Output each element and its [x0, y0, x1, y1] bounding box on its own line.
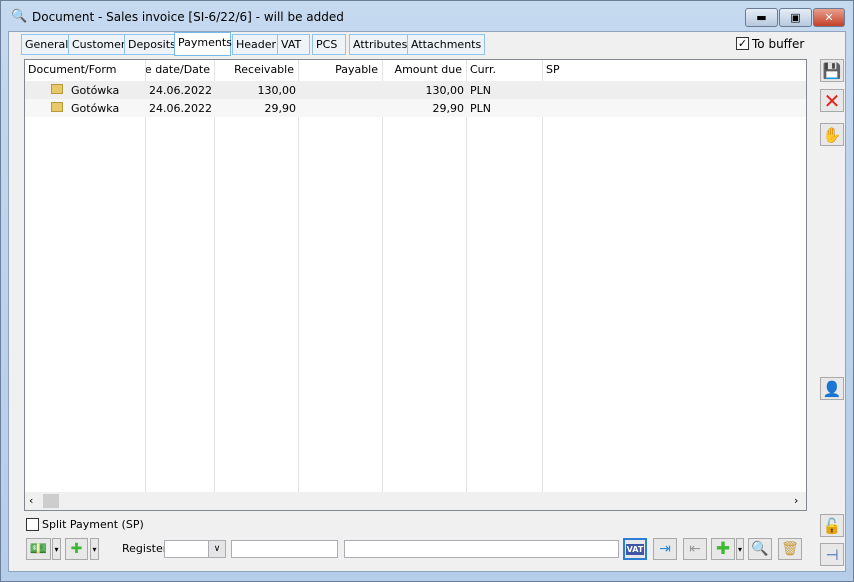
- contact-button[interactable]: 👤: [820, 377, 844, 400]
- search-icon: 🔍: [11, 9, 28, 24]
- column-header-receivable[interactable]: Receivable: [215, 63, 294, 76]
- to-buffer-label: To buffer: [752, 37, 805, 51]
- add-dropdown[interactable]: ▾: [736, 538, 744, 560]
- column-divider: [146, 60, 215, 492]
- column-divider: [215, 60, 299, 492]
- link-button[interactable]: ⇤: [683, 538, 707, 560]
- table-row[interactable]: Gotówka 24.06.2022 130,00 130,00 PLN: [25, 81, 806, 99]
- minimize-button[interactable]: ▬: [745, 8, 778, 27]
- payment-form-dropdown[interactable]: ▾: [52, 538, 61, 560]
- split-payment-checkbox[interactable]: [26, 518, 39, 531]
- column-header-form[interactable]: Document/Form: [28, 63, 116, 76]
- add-payment-button[interactable]: ✚: [65, 538, 88, 560]
- vat-icon: VAT: [625, 543, 645, 555]
- scrollbar-thumb[interactable]: [43, 494, 59, 508]
- column-header-date[interactable]: ue date/Date: [146, 63, 210, 76]
- register-select[interactable]: ∨: [164, 540, 226, 558]
- tab-attributes[interactable]: Attributes: [349, 34, 412, 55]
- tab-deposits[interactable]: Deposits: [124, 34, 180, 55]
- payment-form-button[interactable]: 💵: [26, 538, 51, 560]
- cell-amount-due: 29,90: [432, 102, 465, 115]
- folder-icon: [51, 84, 63, 94]
- add-payment-dropdown[interactable]: ▾: [90, 538, 99, 560]
- plus-folder-icon: ✚: [70, 541, 83, 557]
- door-arrow-icon: ⇥: [659, 541, 671, 557]
- approve-button[interactable]: ✋: [820, 123, 844, 146]
- tab-header[interactable]: Header: [232, 34, 281, 55]
- column-divider: [299, 60, 383, 492]
- column-header-currency[interactable]: Curr.: [470, 63, 496, 76]
- column-header-amount-due[interactable]: Amount due: [383, 63, 462, 76]
- cell-form: Gotówka: [71, 84, 120, 97]
- register-label: Register: [122, 542, 168, 555]
- door-icon: ⇤: [689, 541, 701, 557]
- folder-icon: [51, 102, 63, 112]
- cell-amount-due: 130,00: [425, 84, 465, 97]
- tab-attachments[interactable]: Attachments: [407, 34, 486, 55]
- scroll-left-icon[interactable]: ‹: [29, 494, 33, 507]
- to-buffer-checkbox[interactable]: ✓: [736, 37, 749, 50]
- plus-icon: ✚: [715, 539, 731, 559]
- person-icon: 👤: [822, 379, 842, 398]
- maximize-button[interactable]: ▣: [779, 8, 812, 27]
- chevron-down-icon[interactable]: ∨: [208, 541, 225, 557]
- pin-button[interactable]: ⊣: [820, 543, 844, 566]
- cell-receivable: 29,90: [264, 102, 297, 115]
- search-button[interactable]: 🔍: [748, 538, 772, 560]
- tab-vat[interactable]: VAT: [277, 34, 310, 55]
- tab-general[interactable]: General: [21, 34, 73, 55]
- lock-icon: 🔓: [822, 516, 842, 535]
- register-field-1[interactable]: [231, 540, 338, 558]
- column-header-sp[interactable]: SP: [546, 63, 560, 76]
- split-payment-label: Split Payment (SP): [42, 518, 144, 531]
- cell-form: Gotówka: [71, 102, 120, 115]
- cell-date: 24.06.2022: [149, 102, 212, 115]
- vat-button[interactable]: VAT: [623, 538, 647, 560]
- tab-customer[interactable]: Customer: [68, 34, 130, 55]
- delete-button[interactable]: 🗑: [778, 538, 802, 560]
- floppy-icon: 💾: [822, 61, 842, 80]
- window-title: Document - Sales invoice [SI-6/22/6] - w…: [32, 10, 344, 24]
- close-button[interactable]: ✕: [813, 8, 845, 27]
- cell-date: 24.06.2022: [149, 84, 212, 97]
- cell-receivable: 130,00: [257, 84, 297, 97]
- cancel-button[interactable]: ✕: [820, 88, 844, 113]
- horizontal-scrollbar[interactable]: ‹ ›: [25, 492, 806, 510]
- money-hand-icon: 💵: [29, 541, 48, 557]
- pin-icon: ⊣: [825, 545, 839, 564]
- table-row[interactable]: Gotówka 24.06.2022 29,90 29,90 PLN: [25, 99, 806, 117]
- export-button[interactable]: ⇥: [653, 538, 677, 560]
- payments-table: Document/Form ue date/Date Receivable Pa…: [24, 59, 807, 511]
- lock-button[interactable]: 🔓: [820, 514, 844, 537]
- hand-icon: ✋: [822, 125, 842, 144]
- cell-currency: PLN: [470, 102, 491, 115]
- column-divider: [467, 60, 543, 492]
- cell-currency: PLN: [470, 84, 491, 97]
- close-icon: ✕: [823, 88, 841, 113]
- save-button[interactable]: 💾: [820, 59, 844, 82]
- magnifier-icon: 🔍: [751, 541, 769, 557]
- register-field-2[interactable]: [344, 540, 619, 558]
- add-button[interactable]: ✚: [711, 538, 735, 560]
- column-divider: [383, 60, 467, 492]
- column-header-payable[interactable]: Payable: [299, 63, 378, 76]
- scroll-right-icon[interactable]: ›: [794, 494, 798, 507]
- tab-payments[interactable]: Payments: [174, 32, 232, 56]
- trash-icon: 🗑: [781, 541, 799, 557]
- tab-pcs[interactable]: PCS: [312, 34, 346, 55]
- column-divider: [25, 60, 146, 492]
